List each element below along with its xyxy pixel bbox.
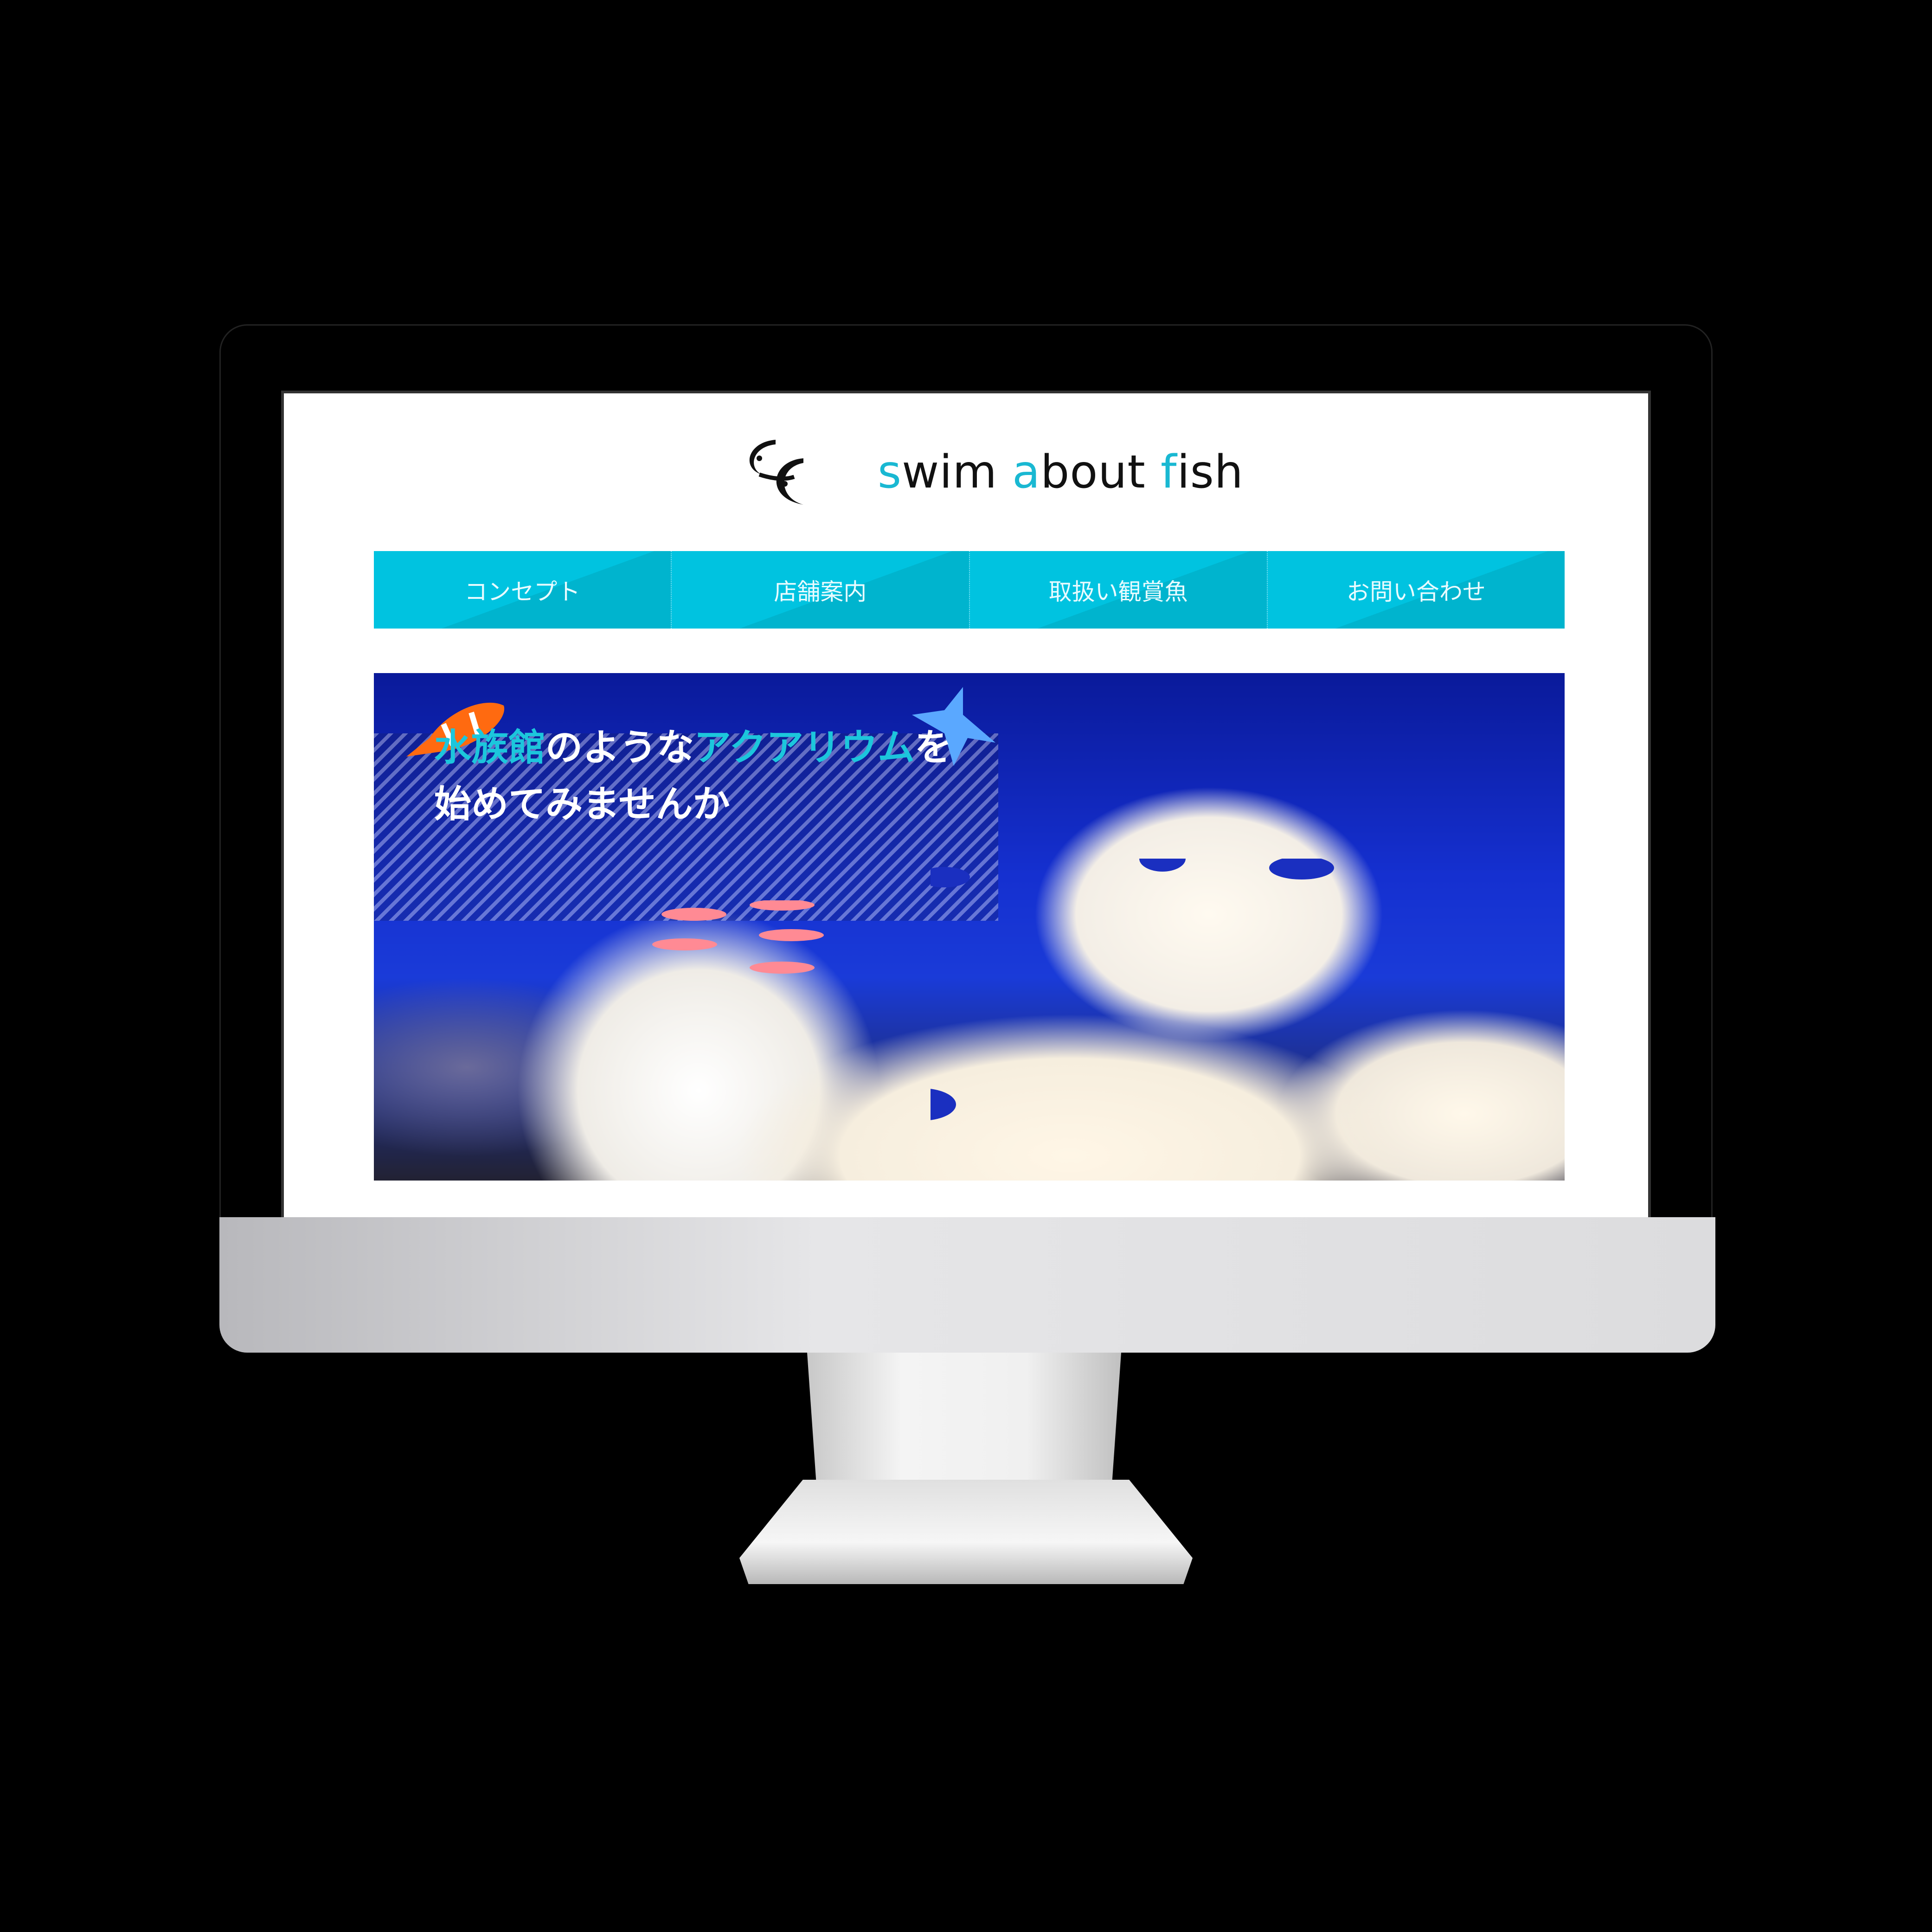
headline-text: を: [915, 726, 952, 769]
blue-fish-icon: [931, 859, 1334, 1120]
monitor-stand-neck: [807, 1353, 1121, 1487]
nav-label: 店舗案内: [774, 578, 867, 605]
nav-fish-handled[interactable]: 取扱い観賞魚: [969, 551, 1268, 629]
site-logo[interactable]: swim about fish: [738, 435, 1244, 509]
nav-store-info[interactable]: 店舗案内: [672, 551, 970, 629]
headline-text: のような: [546, 726, 694, 769]
logo-f: f: [1160, 446, 1177, 499]
logo-s: s: [878, 446, 902, 499]
headline-line1: 水族館のようなアクアリウムを: [434, 719, 952, 776]
headline-aquarium-word: 水族館: [434, 726, 546, 769]
logo-a: a: [1012, 446, 1041, 499]
logo-text: swim about fish: [878, 446, 1244, 499]
main-nav: コンセプト 店舗案内 取扱い観賞魚 お問い合わせ: [374, 551, 1565, 629]
logo-ish: ish: [1177, 446, 1244, 499]
nav-contact[interactable]: お問い合わせ: [1267, 551, 1565, 629]
hero-image: 水族館のようなアクアリウムを 始めてみませんか: [374, 673, 1565, 1181]
monitor-chin: [219, 1217, 1715, 1353]
monitor-stand-base: [739, 1480, 1193, 1584]
logo-wim: wim: [902, 446, 1013, 499]
logo-bout: bout: [1040, 446, 1161, 499]
nav-label: 取扱い観賞魚: [1048, 578, 1188, 605]
hero-headline: 水族館のようなアクアリウムを 始めてみませんか: [434, 719, 952, 833]
headline-line2: 始めてみませんか: [434, 783, 730, 826]
fish-logo-icon: [749, 440, 803, 505]
nav-label: コンセプト: [464, 578, 581, 605]
pink-fish-school-icon: [652, 900, 824, 974]
nav-label: お問い合わせ: [1346, 578, 1486, 605]
nav-concept[interactable]: コンセプト: [374, 551, 672, 629]
headline-aquarium-katakana: アクアリウム: [694, 726, 915, 769]
website-screen: swim about fish コンセプト 店舗案内 取扱い観賞魚 お問い合わせ…: [281, 391, 1651, 1217]
